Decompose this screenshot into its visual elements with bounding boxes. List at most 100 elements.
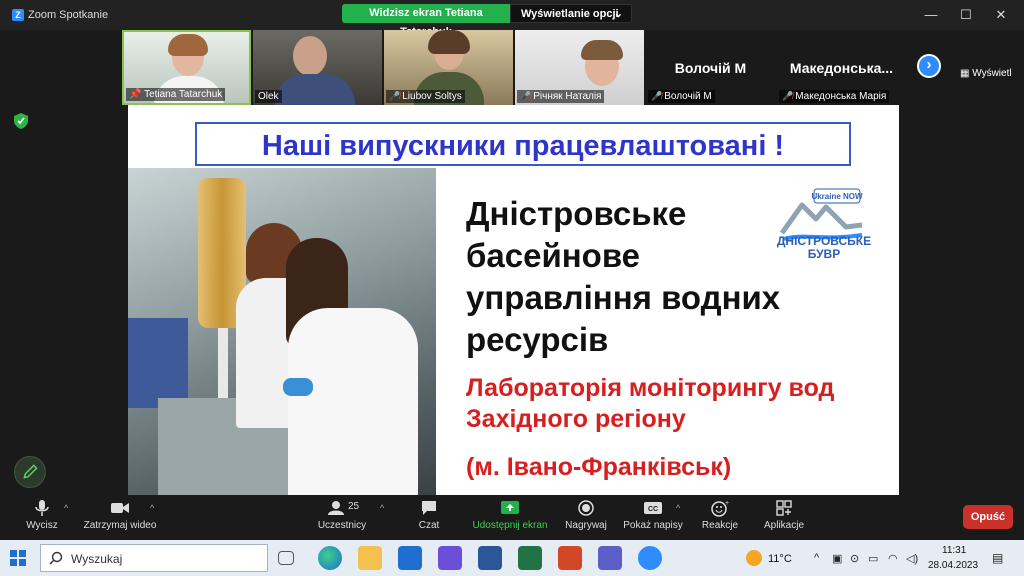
stop-video-label: Zatrzymaj wideo [83, 520, 157, 531]
chevron-up-icon[interactable]: ^ [814, 552, 819, 564]
mute-label: Wycisz [26, 520, 58, 531]
mail-icon[interactable] [398, 546, 422, 570]
participant-name: 🎤̸ Liubov Soltys [386, 90, 465, 103]
tray-app-icon[interactable]: ▣ [832, 552, 842, 565]
video-camera-icon [111, 503, 129, 513]
record-icon [578, 500, 594, 516]
stop-video-button[interactable]: Zatrzymaj wideo [80, 499, 160, 531]
share-screen-icon [501, 501, 519, 514]
view-button[interactable]: ▦ Wyświetl [960, 68, 1012, 79]
zoom-taskbar-icon[interactable] [638, 546, 662, 570]
view-options-label: Wyświetlanie opcji [521, 8, 619, 20]
logo-text: ДНІСТРОВСЬКЕ БУВР [768, 235, 880, 261]
shared-slide: Наші випускники працевлаштовані ! Дністр… [128, 105, 899, 495]
participants-count: 25 [348, 501, 360, 512]
window-title: Zoom Spotkanie [28, 9, 109, 21]
chevron-down-icon: ⌄ [613, 8, 623, 20]
svg-text:+: + [725, 500, 729, 507]
share-screen-label: Udostępnij ekran [472, 520, 548, 531]
participant-name: 🎤̸ Річняк Наталія [517, 90, 605, 103]
participants-button[interactable]: 25 Uczestnicy [302, 499, 382, 531]
wifi-icon[interactable]: ◠ [888, 552, 898, 565]
participant-tile[interactable]: 🎤̸ Liubov Soltys [384, 30, 513, 105]
weather-icon[interactable] [746, 550, 762, 566]
participant-tile[interactable]: 📌 Tetiana Tatarchuk [122, 30, 251, 105]
search-icon [49, 551, 63, 565]
participants-icon: 25 [328, 501, 360, 515]
window-titlebar: Z Zoom Spotkanie Widzisz ekran Tetiana T… [0, 0, 1024, 38]
logo-line: БУВР [807, 247, 841, 261]
apps-button[interactable]: Aplikacje [744, 499, 824, 531]
lab-photo [128, 168, 436, 495]
mute-button[interactable]: Wycisz [2, 499, 82, 531]
taskbar-search-input[interactable]: Wyszukaj [40, 544, 268, 572]
clock-date[interactable]: 28.04.2023 [928, 560, 978, 571]
pin-icon: 📌 [129, 89, 142, 100]
grid-icon: ▦ [960, 68, 970, 79]
tray-app-icon[interactable]: ⊙ [850, 552, 859, 565]
meeting-toolbar: Wycisz ^ Zatrzymaj wideo ^ 25 Uczestnicy… [0, 495, 1024, 540]
volume-icon[interactable]: ◁) [906, 552, 918, 565]
powerpoint-icon[interactable] [558, 546, 582, 570]
teams-icon[interactable] [598, 546, 622, 570]
windows-start-icon[interactable] [10, 550, 26, 566]
annotate-button[interactable] [14, 456, 46, 488]
word-icon[interactable] [478, 546, 502, 570]
edge-browser-icon[interactable] [318, 546, 342, 570]
pencil-icon [23, 464, 38, 479]
mic-off-icon: 🎤̸ [782, 91, 794, 101]
org-line: управління водних [466, 279, 781, 316]
weather-temperature[interactable]: 11°C [768, 553, 792, 565]
participant-tile[interactable]: Olek [253, 30, 382, 105]
chevron-right-icon: › [926, 56, 932, 73]
org-line: ресурсів [466, 321, 609, 358]
participant-tile[interactable]: Волочій М 🎤̸ Волочій М [646, 30, 775, 105]
participant-tile[interactable]: Македонська... 🎤̸ Македонська Марія [777, 30, 906, 105]
closed-captions-icon: CC [644, 502, 662, 514]
windows-taskbar: Wyszukaj 11°C ^ ▣ ⊙ ▭ ◠ ◁) 11:31 28.04.2… [0, 540, 1024, 576]
record-label: Nagrywaj [565, 520, 607, 531]
mic-off-icon: 🎤̸ [389, 91, 401, 101]
shield-icon[interactable] [14, 113, 28, 129]
battery-icon[interactable]: ▭ [868, 552, 878, 565]
video-options-caret[interactable]: ^ [150, 503, 154, 513]
excel-icon[interactable] [518, 546, 542, 570]
lab-line: Західного регіону [466, 405, 686, 433]
reactions-label: Reakcje [701, 520, 739, 531]
mic-off-icon: 🎤̸ [651, 91, 663, 101]
participants-label: Uczestnicy [317, 520, 367, 531]
notifications-icon[interactable]: ▤ [992, 551, 1003, 565]
participant-name: 📌 Tetiana Tatarchuk [126, 88, 226, 101]
view-options-button[interactable]: Wyświetlanie opcji ⌄ [510, 4, 632, 23]
close-button[interactable]: ✕ [978, 0, 1024, 30]
participant-name: 🎤̸ Македонська Марія [779, 90, 890, 103]
participants-options-caret[interactable]: ^ [380, 503, 384, 513]
app-icon[interactable] [438, 546, 462, 570]
audio-options-caret[interactable]: ^ [64, 503, 68, 513]
slide-title: Наші випускники працевлаштовані ! [261, 130, 785, 162]
share-screen-button[interactable]: Udostępnij ekran [468, 499, 552, 531]
participant-name: 🎤̸ Волочій М [648, 90, 715, 103]
captions-label: Pokaż napisy [623, 520, 683, 531]
chat-label: Czat [418, 520, 440, 531]
svg-text:CC: CC [648, 506, 658, 513]
mic-off-icon: 🎤̸ [520, 91, 532, 101]
microphone-icon [35, 500, 49, 516]
zoom-logo-icon: Z [12, 9, 24, 21]
participant-tile[interactable]: 🎤̸ Річняк Наталія [515, 30, 644, 105]
clock-time[interactable]: 11:31 [942, 545, 966, 556]
participant-avatar-label: Македонська... [789, 60, 894, 76]
chat-button[interactable]: Czat [389, 499, 469, 531]
lab-line: Лабораторія моніторингу вод [466, 374, 835, 402]
chat-icon [422, 501, 436, 515]
leave-meeting-button[interactable]: Opuść [963, 505, 1013, 529]
laboratory-city: (м. Івано-Франківськ) [466, 453, 732, 481]
screen-share-banner: Widzisz ekran Tetiana Tatarchuk [342, 4, 510, 38]
next-page-button[interactable]: › [917, 54, 941, 78]
apps-label: Aplikacje [763, 520, 805, 531]
task-view-icon[interactable] [278, 551, 294, 565]
slide-title-box: Наші випускники працевлаштовані ! [195, 122, 851, 166]
file-explorer-icon[interactable] [358, 546, 382, 570]
laboratory-title: Лабораторія моніторингу вод Західного ре… [466, 373, 886, 435]
participant-gallery: 📌 Tetiana Tatarchuk Olek 🎤̸ Liubov Soltys… [0, 30, 1024, 105]
